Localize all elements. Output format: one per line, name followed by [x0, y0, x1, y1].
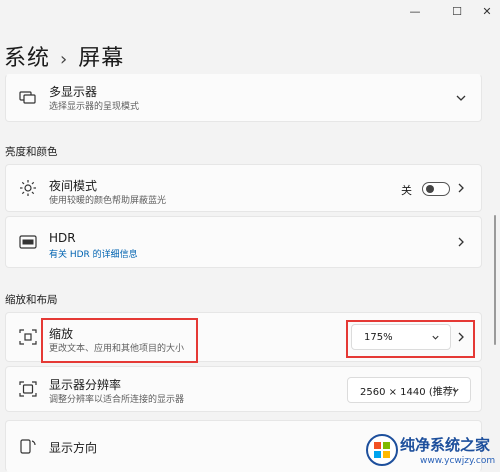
chevron-down-icon: [452, 388, 459, 393]
card-scale[interactable]: 缩放 更改文本、应用和其他项目的大小 175%: [5, 312, 482, 362]
windows-logo-icon: [366, 434, 398, 466]
orientation-icon: [20, 439, 36, 454]
maximize-icon: ☐: [452, 4, 462, 18]
minimize-icon: —: [409, 4, 421, 18]
breadcrumb: 系统 › 屏幕: [4, 40, 124, 72]
card-hdr[interactable]: HDR 有关 HDR 的详细信息: [5, 216, 482, 268]
hdr-icon: [19, 235, 37, 249]
multi-display-icon: [19, 91, 36, 104]
resolution-value: 2560 × 1440 (推荐): [360, 386, 457, 398]
chevron-right-icon[interactable]: [455, 236, 467, 248]
scale-subtitle: 更改文本、应用和其他项目的大小: [49, 344, 185, 354]
hdr-info-link[interactable]: 有关 HDR 的详细信息: [49, 247, 138, 260]
chevron-right-icon[interactable]: [455, 182, 467, 194]
night-light-toggle-label: 关: [401, 184, 412, 197]
watermark-url: www.ycwjzy.com: [420, 456, 496, 466]
chevron-down-icon[interactable]: [455, 92, 467, 104]
resolution-subtitle: 调整分辨率以适合所连接的显示器: [49, 395, 185, 405]
card-multi-display[interactable]: 多显示器 选择显示器的呈现模式: [5, 74, 482, 122]
card-resolution[interactable]: 显示器分辨率 调整分辨率以适合所连接的显示器 2560 × 1440 (推荐): [5, 366, 482, 412]
watermark-logo: 纯净系统之家 www.ycwjzy.com: [362, 430, 500, 472]
breadcrumb-parent[interactable]: 系统: [4, 46, 50, 71]
watermark-text: 纯净系统之家: [400, 436, 491, 454]
scale-dropdown[interactable]: 175%: [351, 324, 451, 350]
night-light-title: 夜间模式: [49, 179, 98, 193]
close-icon: ✕: [482, 4, 492, 18]
chevron-right-icon[interactable]: [455, 331, 467, 343]
multi-display-subtitle: 选择显示器的呈现模式: [49, 102, 140, 112]
scale-value: 175%: [364, 331, 393, 343]
section-brightness-color: 亮度和颜色: [5, 146, 58, 158]
resolution-dropdown[interactable]: 2560 × 1440 (推荐): [347, 377, 471, 403]
hdr-title: HDR: [49, 231, 76, 245]
resolution-title: 显示器分辨率: [49, 378, 122, 392]
card-night-light[interactable]: 夜间模式 使用较暖的颜色帮助屏蔽蓝光 关: [5, 164, 482, 212]
breadcrumb-separator-icon: ›: [60, 49, 69, 70]
scale-icon: [19, 329, 37, 345]
orientation-title: 显示方向: [49, 441, 98, 455]
title-bar: — ☐ ✕: [0, 0, 500, 22]
night-light-toggle[interactable]: [422, 182, 450, 196]
brightness-icon: [20, 180, 36, 196]
minimize-button[interactable]: —: [398, 0, 432, 22]
section-scale-layout: 缩放和布局: [5, 294, 58, 306]
scale-title: 缩放: [49, 327, 74, 341]
night-light-subtitle: 使用较暖的颜色帮助屏蔽蓝光: [49, 196, 167, 206]
scrollbar[interactable]: [494, 215, 496, 345]
maximize-button[interactable]: ☐: [440, 0, 474, 22]
resolution-icon: [19, 381, 37, 397]
multi-display-title: 多显示器: [49, 85, 98, 99]
chevron-down-icon: [432, 335, 439, 340]
close-button[interactable]: ✕: [470, 0, 500, 22]
page-title: 屏幕: [78, 46, 125, 71]
